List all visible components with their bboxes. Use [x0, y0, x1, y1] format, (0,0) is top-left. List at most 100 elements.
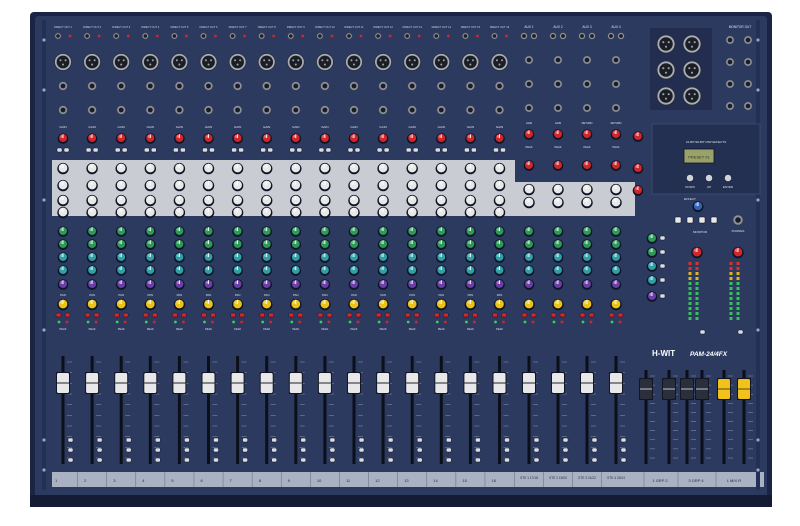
- aux-send-knob[interactable]: [57, 226, 69, 237]
- mute-button[interactable]: [143, 312, 149, 318]
- assign-button[interactable]: [387, 457, 394, 463]
- stereo-right-input[interactable]: [524, 79, 534, 89]
- assign-button[interactable]: [329, 447, 336, 453]
- solo-button[interactable]: [501, 312, 507, 318]
- stereo-bal-knob[interactable]: [523, 298, 535, 311]
- stereo-mute-button[interactable]: [550, 312, 557, 318]
- eq-knob[interactable]: [144, 194, 156, 207]
- stereo-gain-knob[interactable]: [610, 129, 622, 140]
- aux-send-knob[interactable]: [436, 226, 447, 237]
- assign-button[interactable]: [184, 437, 190, 443]
- eq-knob[interactable]: [173, 194, 186, 207]
- mic-input-xlr[interactable]: [141, 53, 160, 71]
- solo-button[interactable]: [326, 312, 333, 318]
- group-fader-cap[interactable]: [662, 378, 676, 400]
- gain-knob[interactable]: [290, 133, 302, 144]
- master-aux-knob[interactable]: [646, 233, 658, 244]
- mute-button[interactable]: [84, 312, 91, 318]
- direct-out-jack[interactable]: [200, 32, 208, 40]
- eq-knob[interactable]: [493, 194, 506, 207]
- aux-send-knob[interactable]: [232, 265, 243, 276]
- aux-send-knob[interactable]: [145, 239, 156, 250]
- fx-send-knob[interactable]: [494, 279, 505, 290]
- fx-down-button[interactable]: [686, 174, 694, 182]
- main-output-xlr[interactable]: [656, 34, 676, 54]
- assign-button[interactable]: [271, 437, 277, 443]
- aux-send-knob[interactable]: [348, 252, 360, 263]
- output-jack[interactable]: [725, 101, 735, 111]
- hpf-button[interactable]: [144, 147, 150, 153]
- assign-button[interactable]: [242, 437, 248, 443]
- phones-jack[interactable]: [732, 214, 744, 226]
- return-level-knob[interactable]: [632, 163, 644, 174]
- hpf-button[interactable]: [435, 147, 441, 153]
- aux-send-knob[interactable]: [290, 226, 302, 237]
- aux-send-knob[interactable]: [406, 239, 418, 250]
- insert-jack[interactable]: [436, 105, 446, 115]
- stereo-eq-knob[interactable]: [552, 196, 564, 209]
- stereo-aux-knob[interactable]: [552, 239, 564, 250]
- pan-knob[interactable]: [231, 298, 244, 311]
- eq-knob[interactable]: [173, 179, 186, 192]
- gain-knob[interactable]: [115, 133, 127, 144]
- solo-button[interactable]: [413, 312, 420, 318]
- stereo-fx-knob[interactable]: [581, 279, 593, 290]
- insert-jack[interactable]: [87, 105, 97, 115]
- master-aux-solo-button[interactable]: [659, 293, 666, 299]
- assign-button[interactable]: [300, 447, 307, 453]
- gain-knob[interactable]: [319, 133, 331, 144]
- hpf-button[interactable]: [202, 147, 208, 153]
- solo-button[interactable]: [64, 312, 71, 318]
- stereo-aux-knob[interactable]: [552, 226, 564, 237]
- stereo-aux-knob[interactable]: [581, 239, 593, 250]
- eq-knob[interactable]: [261, 179, 273, 192]
- assign-button[interactable]: [446, 437, 452, 443]
- direct-out-jack[interactable]: [83, 32, 91, 40]
- stereo-left-input[interactable]: [611, 55, 621, 65]
- mic-input-xlr[interactable]: [286, 53, 305, 71]
- aux-send-knob[interactable]: [203, 252, 214, 263]
- output-jack[interactable]: [725, 79, 735, 89]
- gain-knob[interactable]: [145, 133, 156, 144]
- insert-jack[interactable]: [320, 105, 330, 115]
- solo-button[interactable]: [472, 312, 478, 318]
- gain-knob[interactable]: [436, 133, 447, 144]
- aux-send-knob[interactable]: [494, 252, 505, 263]
- stereo-aux-knob[interactable]: [581, 252, 593, 263]
- mute-button[interactable]: [55, 312, 62, 318]
- assign-button[interactable]: [620, 447, 627, 453]
- insert-jack[interactable]: [58, 105, 68, 115]
- assign-button[interactable]: [475, 447, 481, 453]
- aux-send-knob[interactable]: [115, 265, 127, 276]
- assign-button[interactable]: [591, 457, 598, 463]
- aux-send-knob[interactable]: [348, 226, 360, 237]
- stereo-return-jack[interactable]: [524, 103, 534, 113]
- master-aux-knob[interactable]: [646, 247, 658, 258]
- fx-enter-button[interactable]: [724, 174, 732, 182]
- solo-button[interactable]: [239, 312, 245, 318]
- stereo-aux-knob[interactable]: [552, 265, 564, 276]
- gain-knob[interactable]: [174, 133, 185, 144]
- stereo-right-input[interactable]: [582, 79, 592, 89]
- pan-knob[interactable]: [144, 298, 156, 311]
- solo-button[interactable]: [384, 312, 391, 318]
- hpf-button[interactable]: [376, 147, 383, 153]
- mic-input-xlr[interactable]: [345, 53, 363, 71]
- eq-knob[interactable]: [493, 206, 506, 219]
- hpf-button[interactable]: [260, 147, 266, 153]
- eq-knob[interactable]: [377, 162, 389, 175]
- return-level-knob[interactable]: [632, 185, 644, 196]
- eq-knob[interactable]: [173, 162, 186, 175]
- line-input-jack[interactable]: [291, 81, 301, 91]
- fx-send-knob[interactable]: [465, 279, 476, 290]
- eq-knob[interactable]: [377, 206, 389, 219]
- mic-input-xlr[interactable]: [315, 53, 334, 71]
- aux-send-knob[interactable]: [232, 239, 243, 250]
- eq-knob[interactable]: [290, 206, 302, 219]
- assign-button[interactable]: [184, 447, 190, 453]
- stereo-eq-knob[interactable]: [552, 183, 564, 196]
- stereo-bal-knob[interactable]: [552, 298, 564, 311]
- eq-knob[interactable]: [348, 179, 360, 192]
- stereo-jack[interactable]: [588, 32, 596, 40]
- aux-send-knob[interactable]: [494, 239, 505, 250]
